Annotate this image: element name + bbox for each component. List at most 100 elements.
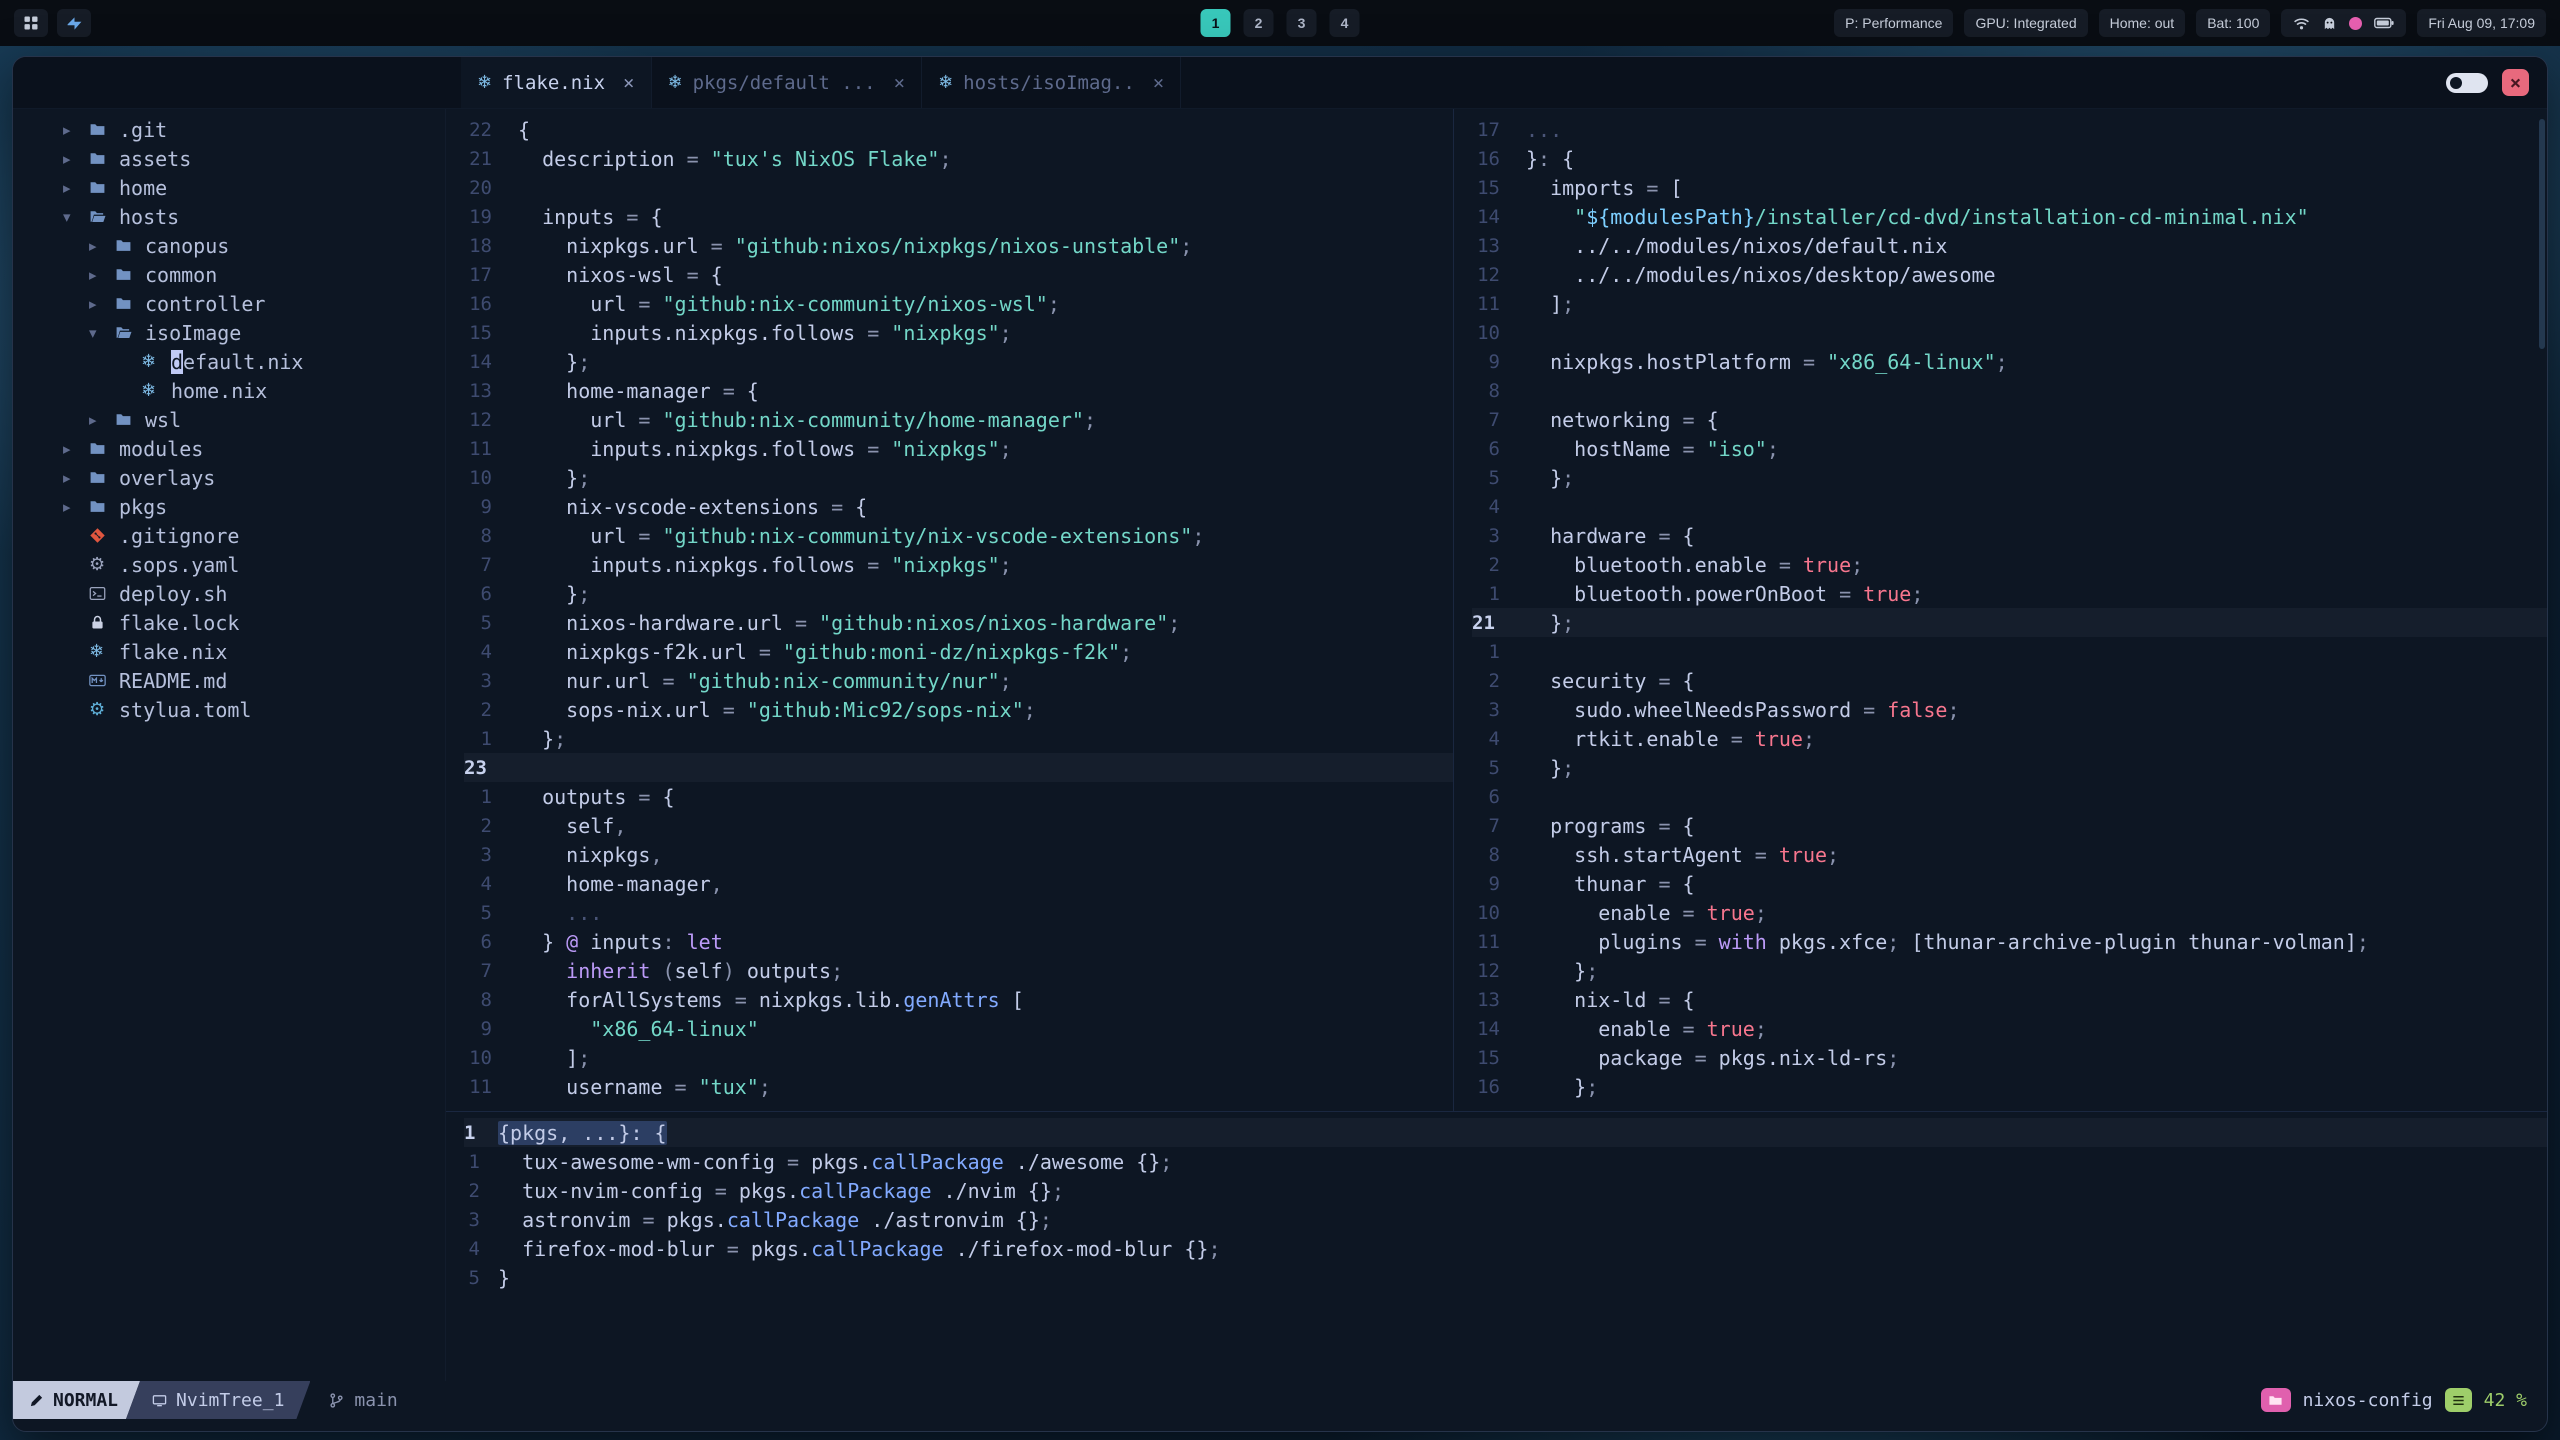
code-line[interactable]: 21 description = "tux's NixOS Flake"; <box>464 144 1453 173</box>
code-line[interactable]: 11 username = "tux"; <box>464 1072 1453 1101</box>
code-line[interactable]: 9 nixpkgs.hostPlatform = "x86_64-linux"; <box>1472 347 2547 376</box>
record-dot-icon[interactable] <box>2349 16 2363 30</box>
ghost-icon[interactable] <box>2322 16 2337 31</box>
status-chip-gpu[interactable]: GPU: Integrated <box>1964 9 2088 37</box>
code-line[interactable]: 3 nixpkgs, <box>464 840 1453 869</box>
workspace-button-3[interactable]: 3 <box>1286 9 1317 37</box>
editor-pkgs[interactable]: 1 {pkgs, ...}: {1 tux-awesome-wm-config =… <box>446 1112 2547 1381</box>
buffer-tab-pkgs/default ...[interactable]: ❄ pkgs/default ... × <box>652 57 923 108</box>
tree-item-deploy.sh[interactable]: deploy.sh <box>13 579 445 608</box>
logo-button[interactable] <box>57 9 91 37</box>
code-line[interactable]: 12 }; <box>1472 956 2547 985</box>
tree-item-flake.nix[interactable]: ❄ flake.nix <box>13 637 445 666</box>
code-line[interactable]: 15 inputs.nixpkgs.follows = "nixpkgs"; <box>464 318 1453 347</box>
code-line[interactable]: 17... <box>1472 115 2547 144</box>
code-line[interactable]: 7 inherit (self) outputs; <box>464 956 1453 985</box>
code-line[interactable]: 5 }; <box>1472 753 2547 782</box>
code-line[interactable]: 10 ]; <box>464 1043 1453 1072</box>
code-line[interactable]: 13 ../../modules/nixos/default.nix <box>1472 231 2547 260</box>
tree-item-modules[interactable]: ▸ modules <box>13 434 445 463</box>
tree-item-assets[interactable]: ▸ assets <box>13 144 445 173</box>
clock[interactable]: Fri Aug 09, 17:09 <box>2417 9 2546 37</box>
code-line[interactable]: 3 nur.url = "github:nix-community/nur"; <box>464 666 1453 695</box>
code-line[interactable]: 13 home-manager = { <box>464 376 1453 405</box>
status-chip-home[interactable]: Home: out <box>2098 9 2186 37</box>
code-line[interactable]: 1 tux-awesome-wm-config = pkgs.callPacka… <box>464 1147 2547 1176</box>
editor-iso[interactable]: 17... 16}: {15 imports = [14 "${modulesPa… <box>1454 109 2547 1111</box>
code-line[interactable]: 2 self, <box>464 811 1453 840</box>
tree-item-controller[interactable]: ▸ controller <box>13 289 445 318</box>
code-line[interactable]: 14 }; <box>464 347 1453 376</box>
tree-item-default.nix[interactable]: ❄ default.nix <box>13 347 445 376</box>
code-line[interactable]: 4 <box>1472 492 2547 521</box>
code-line[interactable]: 6 hostName = "iso"; <box>1472 434 2547 463</box>
tree-item-isoImage[interactable]: ▾ isoImage <box>13 318 445 347</box>
code-line[interactable]: 1 {pkgs, ...}: { <box>464 1118 2547 1147</box>
workspace-button-4[interactable]: 4 <box>1329 9 1360 37</box>
code-line[interactable]: 1 bluetooth.powerOnBoot = true; <box>1472 579 2547 608</box>
code-line[interactable]: 9 nix-vscode-extensions = { <box>464 492 1453 521</box>
code-line[interactable]: 1 <box>1472 637 2547 666</box>
code-line[interactable]: 4 firefox-mod-blur = pkgs.callPackage ./… <box>464 1234 2547 1263</box>
code-line[interactable]: 1 outputs = { <box>464 782 1453 811</box>
code-line[interactable]: 13 nix-ld = { <box>1472 985 2547 1014</box>
code-line[interactable]: 16 url = "github:nix-community/nixos-wsl… <box>464 289 1453 318</box>
code-line[interactable]: 16}: { <box>1472 144 2547 173</box>
code-line[interactable]: 6 <box>1472 782 2547 811</box>
code-line[interactable]: 8 forAllSystems = nixpkgs.lib.genAttrs [ <box>464 985 1453 1014</box>
code-line[interactable]: 14 enable = true; <box>1472 1014 2547 1043</box>
code-line[interactable]: 18 nixpkgs.url = "github:nixos/nixpkgs/n… <box>464 231 1453 260</box>
code-line[interactable]: 10 enable = true; <box>1472 898 2547 927</box>
tree-item-home[interactable]: ▸ home <box>13 173 445 202</box>
status-chip-power-profile[interactable]: P: Performance <box>1834 9 1954 37</box>
code-line[interactable]: 7 networking = { <box>1472 405 2547 434</box>
code-line[interactable]: 3 sudo.wheelNeedsPassword = false; <box>1472 695 2547 724</box>
code-line[interactable]: 11 plugins = with pkgs.xfce; [thunar-arc… <box>1472 927 2547 956</box>
tree-item-wsl[interactable]: ▸ wsl <box>13 405 445 434</box>
workspace-button-2[interactable]: 2 <box>1243 9 1274 37</box>
code-line[interactable]: 11 ]; <box>1472 289 2547 318</box>
tab-close-icon[interactable]: × <box>1153 72 1164 94</box>
tree-item-common[interactable]: ▸ common <box>13 260 445 289</box>
code-line[interactable]: 23 <box>464 753 1453 782</box>
code-line[interactable]: 12 url = "github:nix-community/home-mana… <box>464 405 1453 434</box>
code-line[interactable]: 3 hardware = { <box>1472 521 2547 550</box>
code-line[interactable]: 8 ssh.startAgent = true; <box>1472 840 2547 869</box>
code-line[interactable]: 7 programs = { <box>1472 811 2547 840</box>
tree-item-pkgs[interactable]: ▸ pkgs <box>13 492 445 521</box>
tree-item-.git[interactable]: ▸ .git <box>13 115 445 144</box>
tree-item-stylua.toml[interactable]: ⚙ stylua.toml <box>13 695 445 724</box>
code-line[interactable]: 11 inputs.nixpkgs.follows = "nixpkgs"; <box>464 434 1453 463</box>
tab-close-icon[interactable]: × <box>894 72 905 94</box>
code-line[interactable]: 9 "x86_64-linux" <box>464 1014 1453 1043</box>
code-line[interactable]: 4 nixpkgs-f2k.url = "github:moni-dz/nixp… <box>464 637 1453 666</box>
tree-item-hosts[interactable]: ▾ hosts <box>13 202 445 231</box>
code-line[interactable]: 2 security = { <box>1472 666 2547 695</box>
code-line[interactable]: 15 package = pkgs.nix-ld-rs; <box>1472 1043 2547 1072</box>
buffer-tab-flake.nix[interactable]: ❄ flake.nix × <box>461 57 652 108</box>
code-line[interactable]: 5 }; <box>1472 463 2547 492</box>
code-line[interactable]: 21 }; <box>1472 608 2547 637</box>
code-line[interactable]: 4 home-manager, <box>464 869 1453 898</box>
code-line[interactable]: 20 <box>464 173 1453 202</box>
code-line[interactable]: 5 nixos-hardware.url = "github:nixos/nix… <box>464 608 1453 637</box>
code-line[interactable]: 14 "${modulesPath}/installer/cd-dvd/inst… <box>1472 202 2547 231</box>
code-line[interactable]: 12 ../../modules/nixos/desktop/awesome <box>1472 260 2547 289</box>
battery-icon[interactable] <box>2374 17 2394 29</box>
buffer-tab-hosts/isoImag..[interactable]: ❄ hosts/isoImag.. × <box>922 57 1182 108</box>
status-chip-battery[interactable]: Bat: 100 <box>2196 9 2271 37</box>
code-line[interactable]: 2 tux-nvim-config = pkgs.callPackage ./n… <box>464 1176 2547 1205</box>
tree-item-.gitignore[interactable]: .gitignore <box>13 521 445 550</box>
wifi-icon[interactable] <box>2293 15 2310 32</box>
code-line[interactable]: 7 inputs.nixpkgs.follows = "nixpkgs"; <box>464 550 1453 579</box>
code-line[interactable]: 10 <box>1472 318 2547 347</box>
code-line[interactable]: 15 imports = [ <box>1472 173 2547 202</box>
pin-toggle[interactable] <box>2446 72 2488 93</box>
code-line[interactable]: 5} <box>464 1263 2547 1292</box>
code-line[interactable]: 16 }; <box>1472 1072 2547 1101</box>
code-line[interactable]: 2 sops-nix.url = "github:Mic92/sops-nix"… <box>464 695 1453 724</box>
code-line[interactable]: 22 { <box>464 115 1453 144</box>
tree-item-canopus[interactable]: ▸ canopus <box>13 231 445 260</box>
tree-item-overlays[interactable]: ▸ overlays <box>13 463 445 492</box>
code-line[interactable]: 17 nixos-wsl = { <box>464 260 1453 289</box>
